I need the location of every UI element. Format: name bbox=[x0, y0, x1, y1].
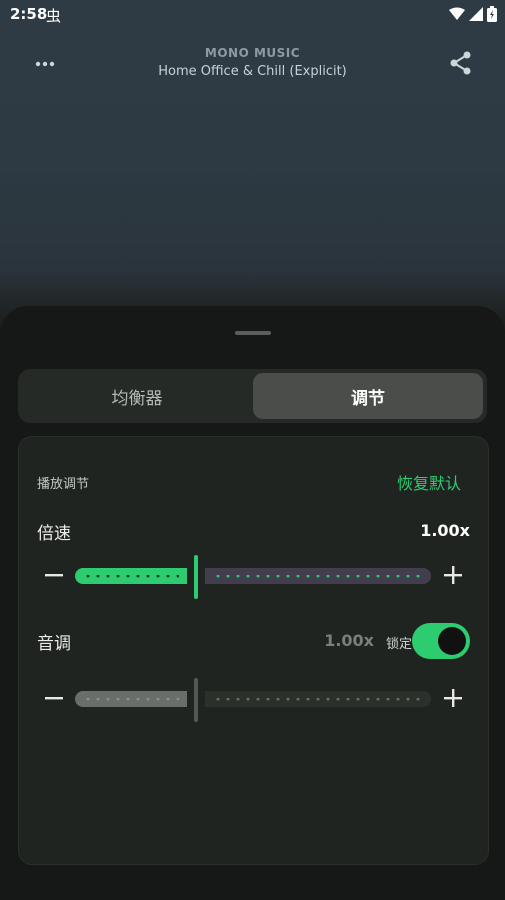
toggle-knob bbox=[438, 627, 466, 655]
audio-settings-sheet: 均衡器 调节 播放调节 恢复默认 倍速 1.00x 音调 1.00x 锁定 bbox=[0, 306, 505, 900]
now-playing-header: MONO MUSIC Home Office & Chill (Explicit… bbox=[0, 40, 505, 90]
status-icons bbox=[449, 6, 497, 22]
playback-adjust-card: 播放调节 恢复默认 倍速 1.00x 音调 1.00x 锁定 bbox=[18, 436, 489, 865]
pitch-increase-button[interactable] bbox=[440, 685, 466, 711]
pitch-lock-toggle[interactable] bbox=[412, 623, 470, 659]
share-button[interactable] bbox=[447, 48, 475, 78]
pitch-track-filled bbox=[75, 691, 187, 707]
pitch-slider[interactable] bbox=[19, 678, 488, 722]
speed-track-dots-left bbox=[83, 575, 179, 579]
tab-equalizer[interactable]: 均衡器 bbox=[22, 373, 252, 419]
app-name: MONO MUSIC bbox=[204, 46, 301, 60]
speed-increase-button[interactable] bbox=[440, 562, 466, 588]
speed-decrease-button[interactable] bbox=[41, 562, 67, 588]
minus-icon bbox=[45, 573, 63, 576]
speed-track-dots-right bbox=[213, 575, 423, 579]
tab-bar: 均衡器 调节 bbox=[18, 369, 487, 423]
share-icon bbox=[450, 51, 471, 75]
plus-icon bbox=[444, 566, 462, 584]
speed-track-remaining bbox=[205, 568, 431, 584]
status-bar: 2:58 虫 bbox=[0, 0, 505, 28]
speed-track-filled bbox=[75, 568, 187, 584]
speed-value: 1.00x bbox=[420, 521, 470, 540]
speed-slider[interactable] bbox=[19, 555, 488, 599]
speed-slider-thumb[interactable] bbox=[194, 555, 198, 599]
debug-bug-icon: 虫 bbox=[46, 7, 62, 25]
minus-icon bbox=[45, 696, 63, 699]
speed-label: 倍速 bbox=[37, 524, 71, 544]
pitch-track-dots-left bbox=[83, 698, 179, 702]
pitch-value: 1.00x bbox=[324, 631, 374, 650]
battery-icon bbox=[487, 6, 497, 22]
status-time: 2:58 bbox=[10, 5, 48, 23]
tab-adjust[interactable]: 调节 bbox=[253, 373, 483, 419]
reset-default-button[interactable]: 恢复默认 bbox=[397, 470, 461, 494]
pitch-slider-thumb[interactable] bbox=[194, 678, 198, 722]
playlist-title: Home Office & Chill (Explicit) bbox=[158, 64, 347, 79]
pitch-track-remaining bbox=[205, 691, 431, 707]
wifi-icon bbox=[449, 7, 465, 20]
section-title: 播放调节 bbox=[37, 477, 90, 492]
signal-icon bbox=[469, 7, 483, 21]
pitch-label: 音调 bbox=[37, 634, 71, 654]
plus-icon bbox=[444, 689, 462, 707]
pitch-track-dots-right bbox=[213, 698, 423, 702]
pitch-decrease-button[interactable] bbox=[41, 685, 67, 711]
pitch-lock-label: 锁定 bbox=[385, 637, 412, 652]
sheet-drag-handle[interactable] bbox=[235, 331, 271, 335]
